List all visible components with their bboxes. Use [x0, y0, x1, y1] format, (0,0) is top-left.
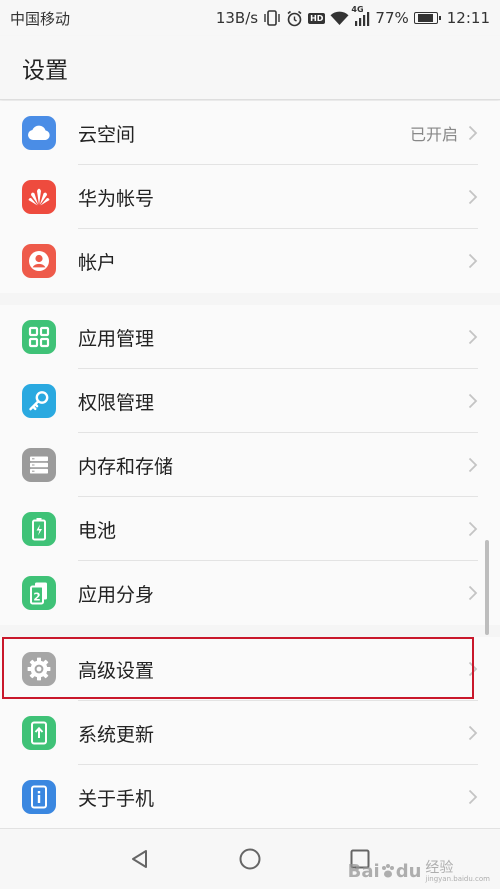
- settings-item[interactable]: 系统更新: [0, 701, 500, 765]
- battery-percent: 77%: [375, 9, 409, 27]
- chevron-right-icon: [468, 661, 478, 677]
- watermark-brand: Bai du: [347, 861, 422, 883]
- settings-item-label: 云空间: [78, 123, 136, 146]
- key-icon: [22, 384, 56, 418]
- settings-item[interactable]: 权限管理: [0, 369, 500, 433]
- settings-item-label: 应用管理: [78, 327, 155, 350]
- navigation-bar: Bai du 经验 jingyan.baidu.com: [0, 828, 500, 889]
- app-header: 设置: [0, 36, 500, 100]
- system-update-icon: [22, 716, 56, 750]
- settings-item-label: 高级设置: [78, 659, 155, 682]
- wifi-icon: [330, 11, 349, 26]
- settings-item-label: 关于手机: [78, 787, 155, 810]
- watermark-text: 经验: [425, 859, 454, 876]
- settings-group: 云空间 已开启华为帐号帐户: [0, 101, 500, 293]
- signal-icon: 4G: [351, 5, 370, 26]
- back-button[interactable]: [125, 844, 155, 874]
- settings-list[interactable]: 云空间 已开启华为帐号帐户应用管理权限管理内存和存储电池 2 应用分身高级设置系统更新…: [0, 101, 500, 828]
- status-bar: 中国移动 13B/s HD 4G 77% 12:11: [0, 0, 500, 36]
- network-speed: 13B/s: [215, 9, 259, 27]
- cloud-icon: [22, 116, 56, 150]
- chevron-right-icon: [468, 789, 478, 805]
- battery-icon: [22, 512, 56, 546]
- settings-item-label: 电池: [78, 519, 117, 542]
- chevron-right-icon: [468, 125, 478, 141]
- settings-item-label: 系统更新: [78, 723, 155, 746]
- baidu-jingyan-watermark: Bai du 经验 jingyan.baidu.com: [348, 861, 490, 883]
- vibrate-icon: [263, 10, 281, 26]
- settings-item[interactable]: 高级设置: [0, 637, 500, 701]
- home-button[interactable]: [235, 844, 265, 874]
- home-icon: [239, 848, 261, 870]
- settings-group: 应用管理权限管理内存和存储电池 2 应用分身: [0, 305, 500, 625]
- settings-item[interactable]: 内存和存储: [0, 433, 500, 497]
- settings-item[interactable]: 云空间 已开启: [0, 101, 500, 165]
- settings-item[interactable]: 华为帐号: [0, 165, 500, 229]
- settings-item-label: 内存和存储: [78, 455, 174, 478]
- battery-icon: [413, 12, 441, 24]
- apps-grid-icon: [22, 320, 56, 354]
- settings-item-value: 已开启: [409, 125, 458, 144]
- page-title: 设置: [22, 57, 68, 84]
- chevron-right-icon: [468, 521, 478, 537]
- paw-icon: [381, 864, 394, 878]
- settings-item[interactable]: 电池: [0, 497, 500, 561]
- network-type-badge: 4G: [351, 4, 364, 14]
- gear-icon: [22, 652, 56, 686]
- app-twin-icon: 2: [22, 576, 56, 610]
- clock: 12:11: [446, 9, 490, 27]
- settings-item[interactable]: 应用管理: [0, 305, 500, 369]
- chevron-right-icon: [468, 329, 478, 345]
- settings-item[interactable]: 关于手机: [0, 765, 500, 828]
- status-icons: 13B/s HD 4G 77% 12:11: [215, 5, 490, 28]
- chevron-right-icon: [468, 393, 478, 409]
- user-icon: [22, 244, 56, 278]
- chevron-right-icon: [468, 189, 478, 205]
- chevron-right-icon: [468, 457, 478, 473]
- hd-icon: HD: [308, 12, 326, 24]
- settings-item-label: 华为帐号: [78, 187, 155, 210]
- watermark-url: jingyan.baidu.com: [425, 874, 490, 883]
- back-icon: [132, 850, 147, 868]
- settings-item[interactable]: 2 应用分身: [0, 561, 500, 625]
- alarm-icon: [286, 10, 303, 27]
- settings-item-label: 帐户: [78, 251, 117, 274]
- info-icon: [22, 780, 56, 814]
- settings-item-label: 应用分身: [78, 583, 155, 606]
- storage-icon: [22, 448, 56, 482]
- chevron-right-icon: [468, 253, 478, 269]
- settings-item-label: 权限管理: [78, 391, 155, 414]
- chevron-right-icon: [468, 725, 478, 741]
- scrollbar[interactable]: [485, 540, 489, 635]
- huawei-logo-icon: [22, 180, 56, 214]
- carrier-label: 中国移动: [10, 9, 71, 28]
- settings-item[interactable]: 帐户: [0, 229, 500, 293]
- svg-text:2: 2: [33, 592, 40, 604]
- settings-group: 高级设置系统更新关于手机: [0, 637, 500, 828]
- chevron-right-icon: [468, 585, 478, 601]
